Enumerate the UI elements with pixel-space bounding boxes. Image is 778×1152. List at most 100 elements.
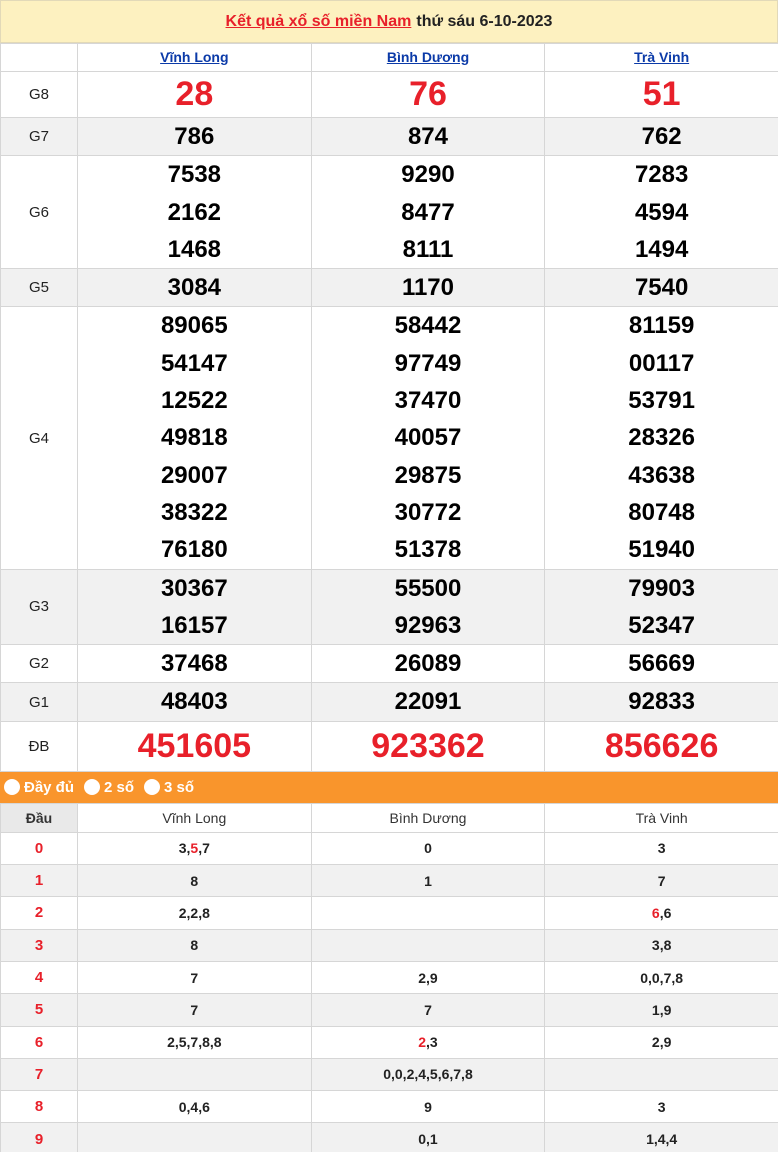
prize-number: 00117 (628, 349, 695, 377)
dau-value-highlight: 6 (651, 904, 660, 921)
prize-number: 76 (409, 75, 447, 113)
dau-value: 0 (424, 840, 432, 857)
prize-number: 28 (175, 75, 214, 113)
prize-number: 79903 (628, 574, 696, 602)
dau-row: 5 7 7 1,9 (0, 993, 778, 1027)
dau-header-province: Vĩnh Long (77, 802, 312, 833)
prize-cell: 7540 (544, 268, 778, 308)
title-link[interactable]: Kết quả xổ số miền Nam (226, 13, 412, 31)
prize-label: G2 (0, 644, 78, 684)
prize-number: 1494 (634, 235, 689, 263)
dau-value: 7 (190, 969, 199, 986)
dau-row: 1817 (0, 864, 778, 898)
prize-number: 4594 (634, 198, 689, 226)
dau-value: ,6 (659, 904, 672, 921)
dau-digit: 3 (0, 928, 78, 962)
province-link-binh-duong[interactable]: Bình Dương (387, 49, 469, 65)
province-link-tra-vinh[interactable]: Trà Vinh (634, 49, 689, 65)
prize-number: 80748 (628, 498, 696, 526)
dau-cell: 3,8 (544, 928, 778, 962)
dau-header-province: Bình Dương (310, 802, 546, 833)
prize-number: 12522 (160, 387, 228, 415)
prize-number: 37470 (394, 387, 462, 415)
toggle-3-digits[interactable]: 3 số (144, 779, 194, 796)
dau-digit: 1 (0, 864, 78, 898)
prize-row: G3 30367 16157 55500 92963 79903 52347 (0, 568, 778, 646)
dau-row: 8 0,4,6 9 3 (0, 1090, 778, 1124)
dau-value: 2,2,8 (178, 904, 210, 921)
dau-digit: 8 (0, 1090, 78, 1124)
prize-number: 38322 (160, 498, 228, 526)
dau-cell: 3,5,7 (77, 831, 312, 866)
dau-value: 1,9 (651, 1001, 672, 1018)
prize-number: 451605 (137, 726, 252, 765)
dau-header-row: Đầu Vĩnh Long Bình Dương Trà Vinh (0, 802, 778, 833)
prize-cell: 3084 (77, 268, 312, 308)
results-table: Vĩnh Long Bình Dương Trà Vinh G8 28 76 51 G7… (0, 43, 778, 772)
prize-label: G1 (0, 682, 78, 722)
prize-number: 29007 (160, 461, 228, 489)
dau-value: 9 (424, 1098, 432, 1115)
dau-digit: 6 (0, 1025, 78, 1059)
prize-label: ĐB (0, 720, 78, 772)
prize-cell: 56669 (544, 644, 778, 684)
dau-cell: 2,3 (310, 1025, 546, 1059)
prize-number: 30772 (394, 498, 462, 526)
dau-cell (544, 1057, 778, 1092)
prize-cell: 9290 8477 8111 (310, 155, 546, 270)
prize-cell: 79903 52347 (544, 568, 778, 646)
radio-icon[interactable] (84, 779, 101, 796)
prize-cell: 7283 4594 1494 (544, 155, 778, 270)
prize-cell: 30367 16157 (77, 568, 312, 646)
prize-number: 923362 (371, 726, 485, 765)
dau-cell (77, 1057, 312, 1092)
prize-number: 1170 (401, 274, 455, 302)
prize-number: 51940 (628, 536, 696, 564)
prize-number: 81159 (628, 312, 695, 340)
prize-cell: 92833 (544, 682, 778, 722)
prize-number: 43638 (628, 461, 696, 489)
dau-value-highlight: 2 (418, 1034, 427, 1051)
prize-number: 55500 (394, 574, 462, 602)
toggle-full[interactable]: Đầy đủ (4, 779, 74, 796)
dau-value: ,3 (426, 1034, 438, 1051)
dau-value: 1,4,4 (646, 1131, 678, 1148)
dau-value: 3 (657, 840, 666, 857)
dau-cell: 2,2,8 (77, 896, 312, 930)
dau-digit: 7 (0, 1057, 78, 1092)
province-link-vinh-long[interactable]: Vĩnh Long (160, 49, 228, 65)
radio-icon[interactable] (4, 779, 20, 796)
prize-number: 58442 (394, 312, 462, 340)
toggle-2-digits[interactable]: 2 số (84, 779, 134, 796)
prize-label: G8 (0, 71, 78, 118)
title-date: thứ sáu 6-10-2023 (416, 12, 553, 30)
prize-number: 786 (174, 123, 215, 150)
prize-number: 3084 (167, 274, 222, 302)
prize-number: 2162 (167, 198, 222, 226)
dau-value: 8 (190, 872, 199, 889)
prize-number: 28326 (628, 424, 696, 452)
prize-number: 29875 (394, 461, 462, 489)
dau-value: 3,8 (651, 937, 672, 954)
prize-number: 51378 (394, 536, 462, 564)
prize-number: 7538 (167, 161, 222, 189)
prize-cell: 76 (310, 71, 546, 118)
radio-icon[interactable] (144, 779, 161, 796)
dau-digit: 4 (0, 960, 78, 995)
dau-cell: 3 (544, 831, 778, 866)
dau-table: Đầu Vĩnh Long Bình Dương Trà Vinh 0 3,5,7… (0, 802, 778, 1152)
dau-cell: 1,9 (544, 993, 778, 1027)
dau-cell: 0,1 (310, 1122, 546, 1152)
dau-row: 4 7 2,9 0,0,7,8 (0, 960, 778, 995)
prize-cell: 26089 (310, 644, 546, 684)
dau-cell: 2,9 (310, 960, 546, 995)
prize-number: 7283 (634, 161, 689, 189)
prize-number: 7540 (634, 274, 689, 302)
prize-label: G3 (0, 568, 78, 646)
dau-value: 7 (424, 1001, 432, 1018)
prize-number: 26089 (394, 650, 462, 678)
dau-cell (310, 896, 546, 930)
prize-label-header (0, 43, 78, 72)
province-header-row: Vĩnh Long Bình Dương Trà Vinh (0, 43, 778, 72)
prize-label: G6 (0, 155, 78, 270)
